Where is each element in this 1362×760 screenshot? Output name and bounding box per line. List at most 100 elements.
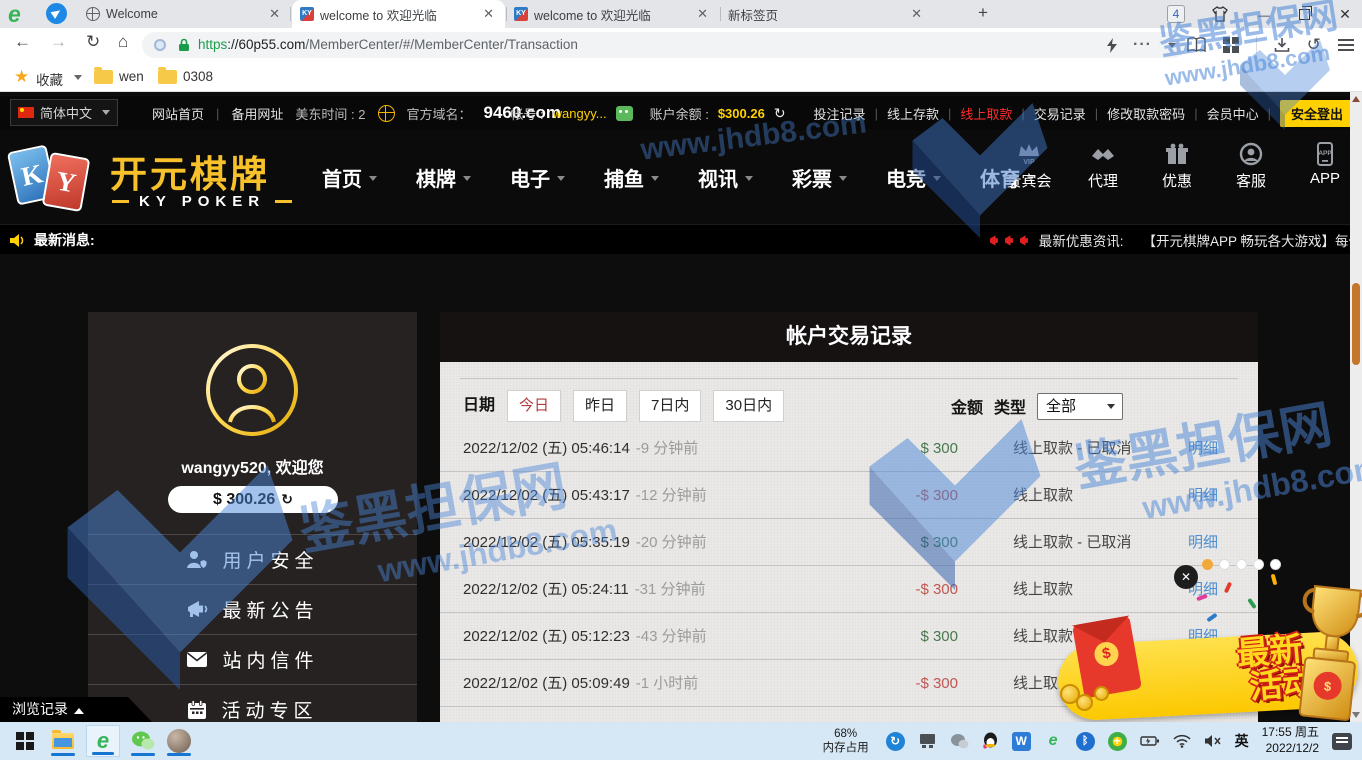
taskbar-browser-active[interactable]: e (86, 725, 120, 757)
sidebar-item-user-security[interactable]: 用户安全 (88, 534, 417, 584)
forward-button[interactable]: → (50, 32, 67, 52)
taskbar-wechat[interactable] (126, 725, 160, 757)
bluetooth-tray-icon[interactable]: ᛒ (1076, 732, 1095, 751)
date-filter-button[interactable]: 7日内 (639, 390, 701, 422)
favorites-caret-icon[interactable] (74, 75, 82, 80)
message-chat-icon[interactable] (616, 106, 633, 121)
link-member-center[interactable]: 会员中心 (1207, 104, 1259, 123)
launcher-icon[interactable] (46, 3, 67, 24)
qq-tray-icon[interactable] (982, 732, 999, 751)
type-select[interactable]: 全部 (1037, 393, 1123, 420)
tab-close-icon[interactable]: ✕ (908, 6, 925, 22)
detail-link[interactable]: 明细 (1188, 425, 1218, 472)
promo-banner[interactable]: $ 最新 活动 $ (1050, 572, 1362, 722)
battery-tray-icon[interactable] (1140, 735, 1160, 747)
w-app-tray-icon[interactable]: W (1012, 732, 1031, 751)
taskbar-clock[interactable]: 17:55 周五 2022/12/2 (1262, 725, 1319, 756)
monitor-tray-icon[interactable] (918, 732, 937, 750)
carousel-dot[interactable] (1219, 559, 1230, 570)
promo-close-button[interactable] (1174, 565, 1198, 589)
theme-skin-icon[interactable] (1211, 6, 1229, 22)
nav-item[interactable]: 捕鱼 (604, 163, 659, 192)
nav-item[interactable]: 彩票 (792, 163, 847, 192)
nav-item[interactable]: 电子 (510, 163, 565, 192)
tracker-shield-icon[interactable] (154, 39, 166, 51)
antivirus-tray-icon[interactable]: + (1108, 732, 1127, 751)
tab-count-badge[interactable]: 4 (1167, 5, 1185, 23)
refresh-balance-icon[interactable] (774, 105, 786, 122)
carousel-dot[interactable] (1202, 559, 1213, 570)
carousel-dot[interactable] (1270, 559, 1281, 570)
nav-item[interactable]: 电竞 (886, 163, 941, 192)
link-change-password[interactable]: 修改取款密码 (1107, 104, 1185, 123)
language-selector[interactable]: 简体中文 (10, 99, 118, 126)
tab-welcome-cn-active[interactable]: KY welcome to 欢迎光临 ✕ (292, 0, 505, 28)
tab-close-icon[interactable]: ✕ (266, 6, 283, 22)
customer-service-button[interactable]: 客服 (1224, 142, 1278, 191)
vip-club-button[interactable]: VIP 贵宾会 (1002, 142, 1056, 191)
restore-button[interactable] (1299, 9, 1310, 20)
bookmark-folder-wen[interactable]: wen (119, 69, 144, 84)
volume-muted-tray-icon[interactable] (1204, 734, 1222, 748)
browser-logo-icon[interactable]: e (8, 1, 21, 28)
nav-item[interactable]: 视讯 (698, 163, 753, 192)
menu-hamburger-icon[interactable] (1338, 39, 1354, 51)
folder-icon[interactable] (158, 70, 177, 84)
apps-grid-icon[interactable] (1223, 37, 1239, 53)
nav-item[interactable]: 棋牌 (416, 163, 471, 192)
backup-site-link[interactable]: 备用网址 (231, 104, 283, 123)
taskbar-file-explorer[interactable] (46, 725, 80, 757)
home-button[interactable]: ⌂ (118, 32, 128, 52)
refresh-balance-icon[interactable] (281, 491, 293, 507)
link-withdraw[interactable]: 线上取款 (960, 104, 1012, 123)
carousel-dot[interactable] (1236, 559, 1247, 570)
ie-tray-icon[interactable]: e (1044, 732, 1063, 751)
detail-link[interactable]: 明细 (1188, 472, 1218, 519)
notification-center-icon[interactable] (1332, 733, 1352, 750)
carousel-dot[interactable] (1253, 559, 1264, 570)
browse-history-tab[interactable]: 浏览记录 (0, 697, 152, 722)
new-tab-button[interactable] (972, 3, 994, 25)
favorites-star-icon[interactable]: ★ (14, 67, 29, 87)
minimize-button[interactable] (1255, 6, 1273, 22)
taskbar-photo-app[interactable] (162, 725, 196, 757)
promotions-button[interactable]: 优惠 (1150, 142, 1204, 191)
download-icon[interactable] (1274, 37, 1290, 53)
dropdown-chevron-icon[interactable] (1168, 43, 1176, 48)
wechat-tray-icon[interactable] (950, 733, 969, 750)
nav-item[interactable]: 首页 (322, 163, 377, 192)
sidebar-item-announcements[interactable]: 最新公告 (88, 584, 417, 634)
date-filter-button[interactable]: 今日 (507, 390, 561, 422)
site-home-link[interactable]: 网站首页 (152, 104, 204, 123)
back-button[interactable]: ← (14, 32, 31, 52)
input-language[interactable]: 英 (1235, 731, 1249, 751)
sidebar-item-messages[interactable]: 站内信件 (88, 634, 417, 684)
link-transactions[interactable]: 交易记录 (1034, 104, 1086, 123)
tab-close-icon[interactable]: ✕ (694, 6, 711, 22)
favorites-label[interactable]: 收藏 (36, 69, 63, 89)
more-options-icon[interactable] (1133, 36, 1152, 54)
date-filter-button[interactable]: 30日内 (713, 390, 784, 422)
link-deposit[interactable]: 线上存款 (887, 104, 939, 123)
tab-close-icon[interactable]: ✕ (480, 6, 497, 22)
agent-button[interactable]: 代理 (1076, 142, 1130, 191)
wifi-tray-icon[interactable] (1173, 734, 1191, 748)
reload-button[interactable]: ↻ (86, 32, 100, 52)
undo-history-icon[interactable]: ↺ (1307, 35, 1321, 55)
bookmark-folder-0308[interactable]: 0308 (183, 69, 213, 84)
logout-button[interactable]: 安全登出 (1280, 100, 1354, 127)
reading-mode-icon[interactable] (1187, 37, 1206, 53)
lightning-icon[interactable] (1107, 38, 1117, 53)
scroll-up-arrow[interactable] (1352, 96, 1360, 102)
address-bar[interactable]: https://60p55.com/MemberCenter/#/MemberC… (142, 32, 1186, 58)
start-button[interactable] (16, 732, 34, 750)
tab-welcome-cn-2[interactable]: KY welcome to 欢迎光临 ✕ (506, 0, 719, 28)
sync-tray-icon[interactable]: ↻ (886, 732, 905, 751)
folder-icon[interactable] (94, 70, 113, 84)
tab-new-page[interactable]: 新标签页 ✕ (720, 0, 933, 28)
tab-welcome[interactable]: Welcome ✕ (78, 0, 291, 28)
link-bet-records[interactable]: 投注记录 (814, 104, 866, 123)
app-download-button[interactable]: APP APP (1298, 142, 1352, 191)
close-window-button[interactable] (1336, 6, 1354, 23)
date-filter-button[interactable]: 昨日 (573, 390, 627, 422)
